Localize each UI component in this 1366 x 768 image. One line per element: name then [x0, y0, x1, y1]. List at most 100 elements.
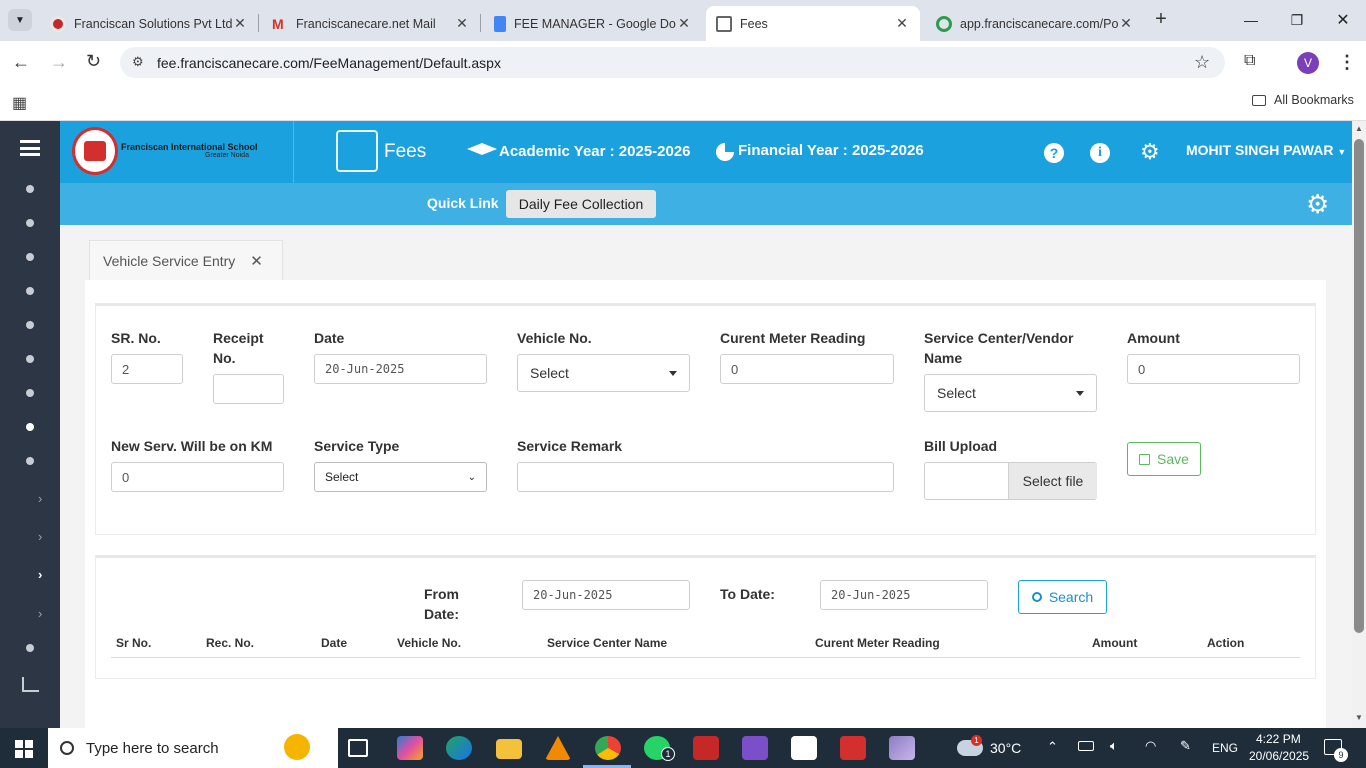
clock-time[interactable]: 4:22 PM — [1256, 732, 1301, 746]
app-favicon — [936, 15, 952, 32]
filezilla-icon[interactable] — [840, 736, 866, 760]
module-title[interactable]: Fees — [384, 141, 426, 163]
minimize-icon[interactable]: — — [1228, 0, 1274, 40]
save-button[interactable]: Save — [1127, 442, 1201, 476]
close-icon[interactable]: ✕ — [454, 15, 470, 32]
close-icon[interactable]: ✕ — [232, 15, 248, 32]
sr-no-input[interactable]: 2 — [111, 354, 183, 384]
help-icon[interactable]: ? — [1044, 143, 1064, 163]
sidebar-item[interactable] — [26, 644, 34, 652]
meter-reading-input[interactable]: 0 — [720, 354, 894, 384]
language-indicator[interactable]: ENG — [1212, 741, 1238, 755]
user-menu[interactable]: MOHIT SINGH PAWAR ▼ — [1186, 142, 1346, 158]
pen-icon[interactable]: ✎ — [1180, 738, 1191, 754]
task-view-icon[interactable] — [348, 739, 368, 757]
browser-tab-mail[interactable]: M Franciscanecare.net Mail ✕ — [262, 6, 480, 41]
page-scrollbar[interactable]: ▲ ▼ — [1352, 121, 1366, 728]
select-file-button[interactable]: Select file — [1008, 463, 1097, 499]
extensions-icon[interactable]: ⧉ — [1244, 52, 1255, 70]
sidebar-item[interactable] — [26, 219, 34, 227]
sidebar-item-active[interactable] — [26, 423, 34, 431]
windows-start-icon[interactable] — [15, 740, 33, 758]
browser-tab-fees[interactable]: Fees ✕ — [706, 6, 920, 41]
restore-icon[interactable]: ❐ — [1274, 0, 1320, 40]
feather-app-icon[interactable] — [889, 736, 915, 760]
chevron-right-icon[interactable]: › — [38, 567, 48, 582]
amount-input[interactable]: 0 — [1127, 354, 1300, 384]
bookmark-star-icon[interactable]: ☆ — [1194, 52, 1210, 73]
profile-avatar[interactable]: V — [1297, 52, 1319, 74]
sidebar-item[interactable] — [26, 321, 34, 329]
vendor-name-select[interactable]: Select — [924, 374, 1097, 412]
copilot-icon[interactable] — [397, 736, 423, 760]
scrollbar-thumb[interactable] — [1354, 139, 1364, 633]
date-input[interactable]: 20-Jun-2025 — [314, 354, 487, 384]
caret-down-icon — [1076, 390, 1084, 396]
wifi-icon[interactable]: ◠ — [1145, 738, 1156, 754]
service-remark-input[interactable] — [517, 462, 894, 492]
weather-temperature[interactable]: 30°C — [990, 740, 1021, 756]
url-text[interactable]: fee.franciscanecare.com/FeeManagement/De… — [157, 55, 501, 71]
browser-tab-fee-manager[interactable]: FEE MANAGER - Google Do ✕ — [484, 6, 702, 41]
sidebar-item[interactable] — [26, 185, 34, 193]
window-close-icon[interactable]: ✕ — [1320, 0, 1366, 40]
search-button[interactable]: Search — [1018, 580, 1107, 614]
google-docs-icon — [494, 15, 506, 32]
chevron-right-icon[interactable]: › — [38, 491, 48, 506]
chevron-right-icon[interactable]: › — [38, 606, 48, 621]
to-date-input[interactable]: 20-Jun-2025 — [820, 580, 988, 610]
info-icon[interactable]: i — [1090, 143, 1110, 163]
vehicle-no-select[interactable]: Select — [517, 354, 690, 392]
settings-gear-icon[interactable]: ⚙ — [1140, 139, 1160, 165]
browser-menu-icon[interactable]: ⋮ — [1338, 52, 1356, 73]
hamburger-menu-icon[interactable] — [20, 140, 40, 156]
tab-search-chevron-icon[interactable]: ▼ — [8, 9, 32, 31]
service-type-select[interactable]: Select ⌄ — [314, 462, 487, 492]
sidebar-item[interactable] — [26, 287, 34, 295]
app-f-icon[interactable] — [693, 736, 719, 760]
scroll-down-icon[interactable]: ▼ — [1355, 713, 1363, 722]
address-bar[interactable]: ⚙ fee.franciscanecare.com/FeeManagement/… — [120, 47, 1225, 78]
close-icon[interactable]: ✕ — [250, 252, 263, 270]
file-explorer-icon[interactable] — [496, 739, 522, 759]
chevron-right-icon[interactable]: › — [38, 529, 48, 544]
forward-icon[interactable]: → — [50, 52, 68, 73]
reload-icon[interactable]: ↻ — [86, 51, 101, 72]
scroll-up-icon[interactable]: ▲ — [1355, 124, 1363, 133]
tray-chevron-up-icon[interactable]: ⌃ — [1047, 739, 1058, 755]
battery-icon[interactable] — [1078, 741, 1094, 751]
financial-year[interactable]: Financial Year : 2025-2026 — [738, 142, 924, 159]
sidebar-item[interactable] — [26, 253, 34, 261]
daily-fee-collection-button[interactable]: Daily Fee Collection — [506, 190, 656, 218]
sidebar-item[interactable] — [26, 389, 34, 397]
new-tab-icon[interactable]: + — [1150, 8, 1172, 32]
bill-upload-field[interactable]: Select file — [924, 462, 1097, 500]
browser-tab-app[interactable]: app.franciscanecare.com/Po ✕ — [926, 6, 1144, 41]
chart-icon[interactable] — [22, 677, 39, 692]
taskbar-search-box[interactable]: Type here to search — [48, 728, 338, 768]
chrome-icon[interactable] — [595, 736, 621, 760]
close-icon[interactable]: ✕ — [894, 15, 910, 32]
sidebar-item[interactable] — [26, 355, 34, 363]
school-logo[interactable] — [72, 127, 118, 175]
site-info-icon[interactable]: ⚙ — [132, 54, 144, 70]
close-icon[interactable]: ✕ — [676, 15, 692, 32]
volume-icon[interactable]: 🔈︎ — [1110, 738, 1118, 754]
sidebar-item[interactable] — [26, 457, 34, 465]
visual-studio-icon[interactable] — [742, 736, 768, 760]
academic-year[interactable]: Academic Year : 2025-2026 — [499, 143, 691, 160]
edit-settings-icon[interactable]: ⚙ — [1306, 190, 1329, 218]
back-icon[interactable]: ← — [12, 52, 30, 73]
from-date-input[interactable]: 20-Jun-2025 — [522, 580, 690, 610]
search-panel — [95, 555, 1316, 679]
app-p-icon[interactable] — [791, 736, 817, 760]
close-icon[interactable]: ✕ — [1118, 15, 1134, 32]
all-bookmarks[interactable]: All Bookmarks — [1252, 93, 1354, 107]
next-service-km-input[interactable]: 0 — [111, 462, 284, 492]
apps-grid-icon[interactable]: ▦ — [12, 93, 27, 113]
receipt-no-input[interactable] — [213, 374, 284, 404]
edge-icon[interactable] — [446, 736, 472, 760]
tab-vehicle-service-entry[interactable]: Vehicle Service Entry ✕ — [89, 240, 283, 280]
clock-date[interactable]: 20/06/2025 — [1249, 749, 1309, 763]
browser-tab-franciscan[interactable]: Franciscan Solutions Pvt Ltd. ✕ — [40, 6, 258, 41]
